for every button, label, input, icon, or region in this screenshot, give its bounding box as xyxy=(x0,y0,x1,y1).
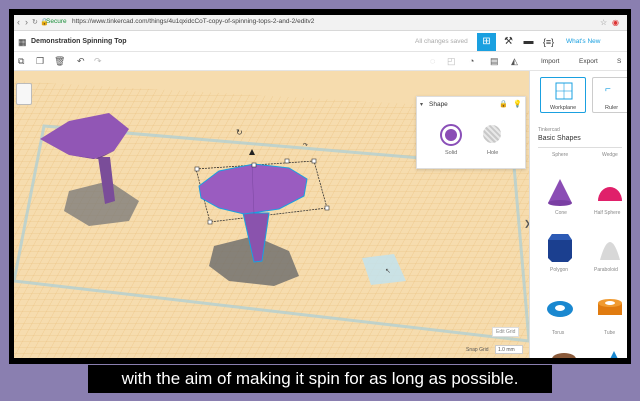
share-button[interactable]: S xyxy=(617,58,621,65)
note-icon[interactable]: ◰ xyxy=(447,56,456,67)
mirror-icon[interactable]: ◭ xyxy=(511,56,518,67)
shape-label: Polygon xyxy=(550,267,569,273)
shape-paraboloid[interactable]: Paraboloid xyxy=(592,230,627,274)
secure-label: Secure xyxy=(46,18,67,25)
polygon-icon xyxy=(548,234,572,262)
codeblocks-icon[interactable]: {≡} xyxy=(539,33,558,51)
workplane-button[interactable]: Workplane xyxy=(540,77,586,113)
group-icon[interactable]: ◔ xyxy=(469,56,474,66)
shape-tube[interactable]: Tube xyxy=(592,297,627,337)
workplane-icon xyxy=(555,82,573,100)
torus-icon xyxy=(547,301,573,317)
video-caption: with the aim of making it spin for as lo… xyxy=(88,365,552,393)
collapse-caret-icon[interactable]: ▾ xyxy=(420,101,423,108)
shape-library-select[interactable]: Basic Shapes xyxy=(538,135,581,142)
shapes-sidebar: Workplane ⌐ Ruler Tinkercad Basic Shapes… xyxy=(529,71,627,358)
whats-new-link[interactable]: What's New xyxy=(566,38,600,45)
heart-shape-icon xyxy=(552,353,576,358)
cone-icon xyxy=(548,179,572,206)
copy-icon[interactable]: ⧉ xyxy=(18,56,24,67)
star-icon[interactable]: ☆ xyxy=(600,18,607,27)
app-header: ▦ Demonstration Spinning Top All changes… xyxy=(14,32,627,52)
export-button[interactable]: Export xyxy=(579,58,598,65)
duplicate-icon[interactable]: ❐ xyxy=(36,56,44,67)
forward-icon[interactable]: › xyxy=(25,17,28,27)
save-status: All changes saved xyxy=(415,38,468,45)
delete-icon[interactable]: 🗑 xyxy=(54,56,65,67)
shape-panel-title: Shape xyxy=(429,101,448,108)
shape-inspector-panel: ▾ Shape 🔒 💡 Solid Hole xyxy=(416,96,526,169)
shape-half-sphere[interactable]: Half Sphere xyxy=(592,177,627,219)
shape-label-sphere: Sphere xyxy=(552,152,569,158)
sidebar-divider xyxy=(538,147,622,148)
ruler-icon: ⌐ xyxy=(605,84,611,95)
solid-label: Solid xyxy=(445,150,458,156)
back-icon[interactable]: ‹ xyxy=(17,17,20,27)
paraboloid-icon xyxy=(600,242,620,260)
svg-text:↻: ↻ xyxy=(236,128,243,137)
svg-text:↷: ↷ xyxy=(303,142,308,149)
shape-torus[interactable]: Torus xyxy=(542,297,578,337)
view-cube[interactable] xyxy=(16,83,32,105)
shape-label: Half Sphere xyxy=(594,210,621,216)
app-window: ‹ › ↻ 🔒 Secure https://www.tinkercad.com… xyxy=(14,15,627,358)
library-source: Tinkercad xyxy=(538,127,560,133)
bricks-icon[interactable]: ▬ xyxy=(519,33,538,51)
extension-icon[interactable]: ◉ xyxy=(612,18,619,27)
shape-label: Torus xyxy=(552,330,565,336)
shape-label: Tube xyxy=(604,330,616,336)
snap-grid-select[interactable]: 1.0 mm xyxy=(495,345,523,354)
design-title[interactable]: Demonstration Spinning Top xyxy=(31,38,127,45)
workplane-label: Workplane xyxy=(550,105,577,111)
align-icon[interactable]: ▤ xyxy=(490,56,499,67)
url-text[interactable]: https://www.tinkercad.com/things/4u1qxid… xyxy=(72,18,314,25)
hammer-pick-icon[interactable]: ⚒ xyxy=(499,33,518,51)
reload-icon[interactable]: ↻ xyxy=(32,18,38,26)
undo-icon[interactable]: ↶ xyxy=(77,56,85,67)
ruler-label: Ruler xyxy=(605,105,619,111)
ruler-button[interactable]: ⌐ Ruler xyxy=(592,77,627,113)
half-sphere-icon xyxy=(598,187,622,201)
edit-toolbar: ⧉ ❐ 🗑 ↶ ↷ ◌ ◰ ◔ ▤ ◭ Import Export S xyxy=(14,53,627,71)
light-bulb-icon[interactable]: 💡 xyxy=(513,100,522,108)
shape-cone[interactable]: Cone xyxy=(542,177,578,219)
svg-text:↖: ↖ xyxy=(385,267,391,275)
import-button[interactable]: Import xyxy=(541,58,559,65)
shape-label: Paraboloid xyxy=(594,267,618,273)
shape-polygon[interactable]: Polygon xyxy=(542,230,578,274)
apps-grid-icon[interactable]: ▦ xyxy=(18,37,27,48)
hole-label: Hole xyxy=(487,150,499,156)
snap-grid-label: Snap Grid xyxy=(466,347,489,353)
tube-icon xyxy=(598,299,622,315)
shape-label-wedge: Wedge xyxy=(602,152,618,158)
star-shape-icon xyxy=(610,351,618,358)
shape-label: Cone xyxy=(555,210,567,216)
light-bulb-icon[interactable]: ◌ xyxy=(430,56,435,66)
solid-color-swatch[interactable] xyxy=(440,124,462,146)
3d-view-button[interactable]: ⊞ xyxy=(477,33,496,51)
hole-swatch[interactable] xyxy=(483,125,501,143)
lock-icon[interactable]: 🔒 xyxy=(499,100,508,108)
redo-icon[interactable]: ↷ xyxy=(94,56,102,67)
browser-address-bar: ‹ › ↻ 🔒 Secure https://www.tinkercad.com… xyxy=(14,15,627,31)
edit-grid-button[interactable]: Edit Grid xyxy=(492,327,520,337)
